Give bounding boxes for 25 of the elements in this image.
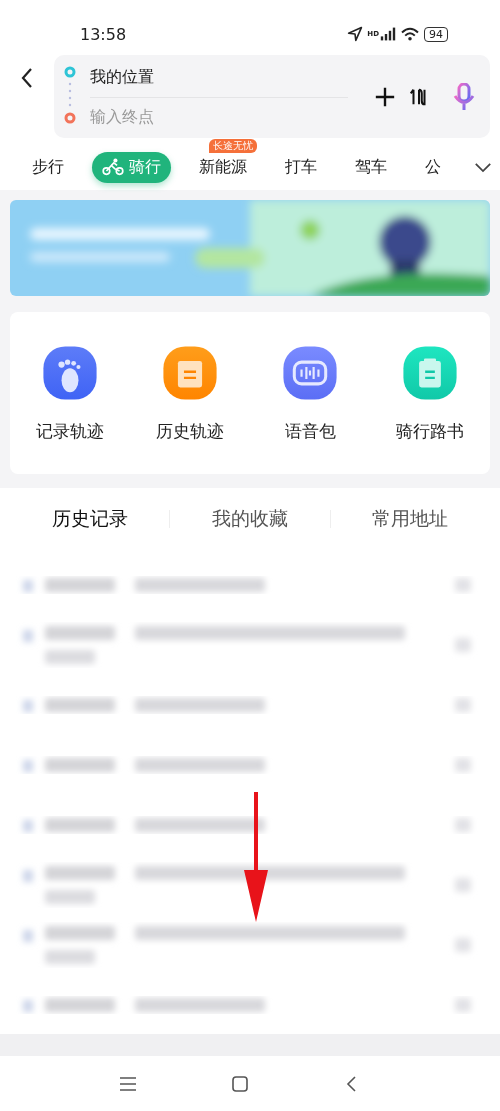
travel-mode-tab[interactable]: 公 <box>415 151 451 183</box>
list-tab[interactable]: 常用地址 <box>330 506 490 532</box>
travel-mode-tab[interactable]: 步行 <box>22 151 74 183</box>
list-tab[interactable]: 我的收藏 <box>170 506 330 532</box>
travel-mode-tab[interactable]: 新能源 <box>189 151 257 183</box>
promo-badge: 长途无忧 <box>209 138 257 153</box>
tool-button[interactable]: 记录轨迹 <box>15 343 125 443</box>
travel-mode-tab[interactable]: 驾车 <box>345 151 397 183</box>
signal-icon <box>380 26 396 42</box>
expand-chevron-icon[interactable] <box>474 161 492 173</box>
travel-mode-tab[interactable]: 打车 <box>275 151 327 183</box>
origin-field[interactable]: 我的位置 <box>90 57 348 98</box>
battery-indicator: 94 <box>424 26 448 42</box>
home-square-icon[interactable] <box>230 1074 250 1094</box>
tool-button[interactable]: 骑行路书 <box>375 343 485 443</box>
menu-icon[interactable] <box>118 1074 138 1094</box>
microphone-icon[interactable] <box>452 82 476 111</box>
add-icon[interactable] <box>374 85 396 108</box>
tool-button[interactable]: 语音包 <box>255 343 365 443</box>
clock-time: 13:58 <box>80 24 127 44</box>
tool-button[interactable]: 历史轨迹 <box>135 343 245 443</box>
location-arrow-icon <box>347 26 364 42</box>
bicycle-icon <box>102 158 124 176</box>
wifi-icon <box>400 26 420 42</box>
list-tab[interactable]: 历史记录 <box>10 506 170 532</box>
